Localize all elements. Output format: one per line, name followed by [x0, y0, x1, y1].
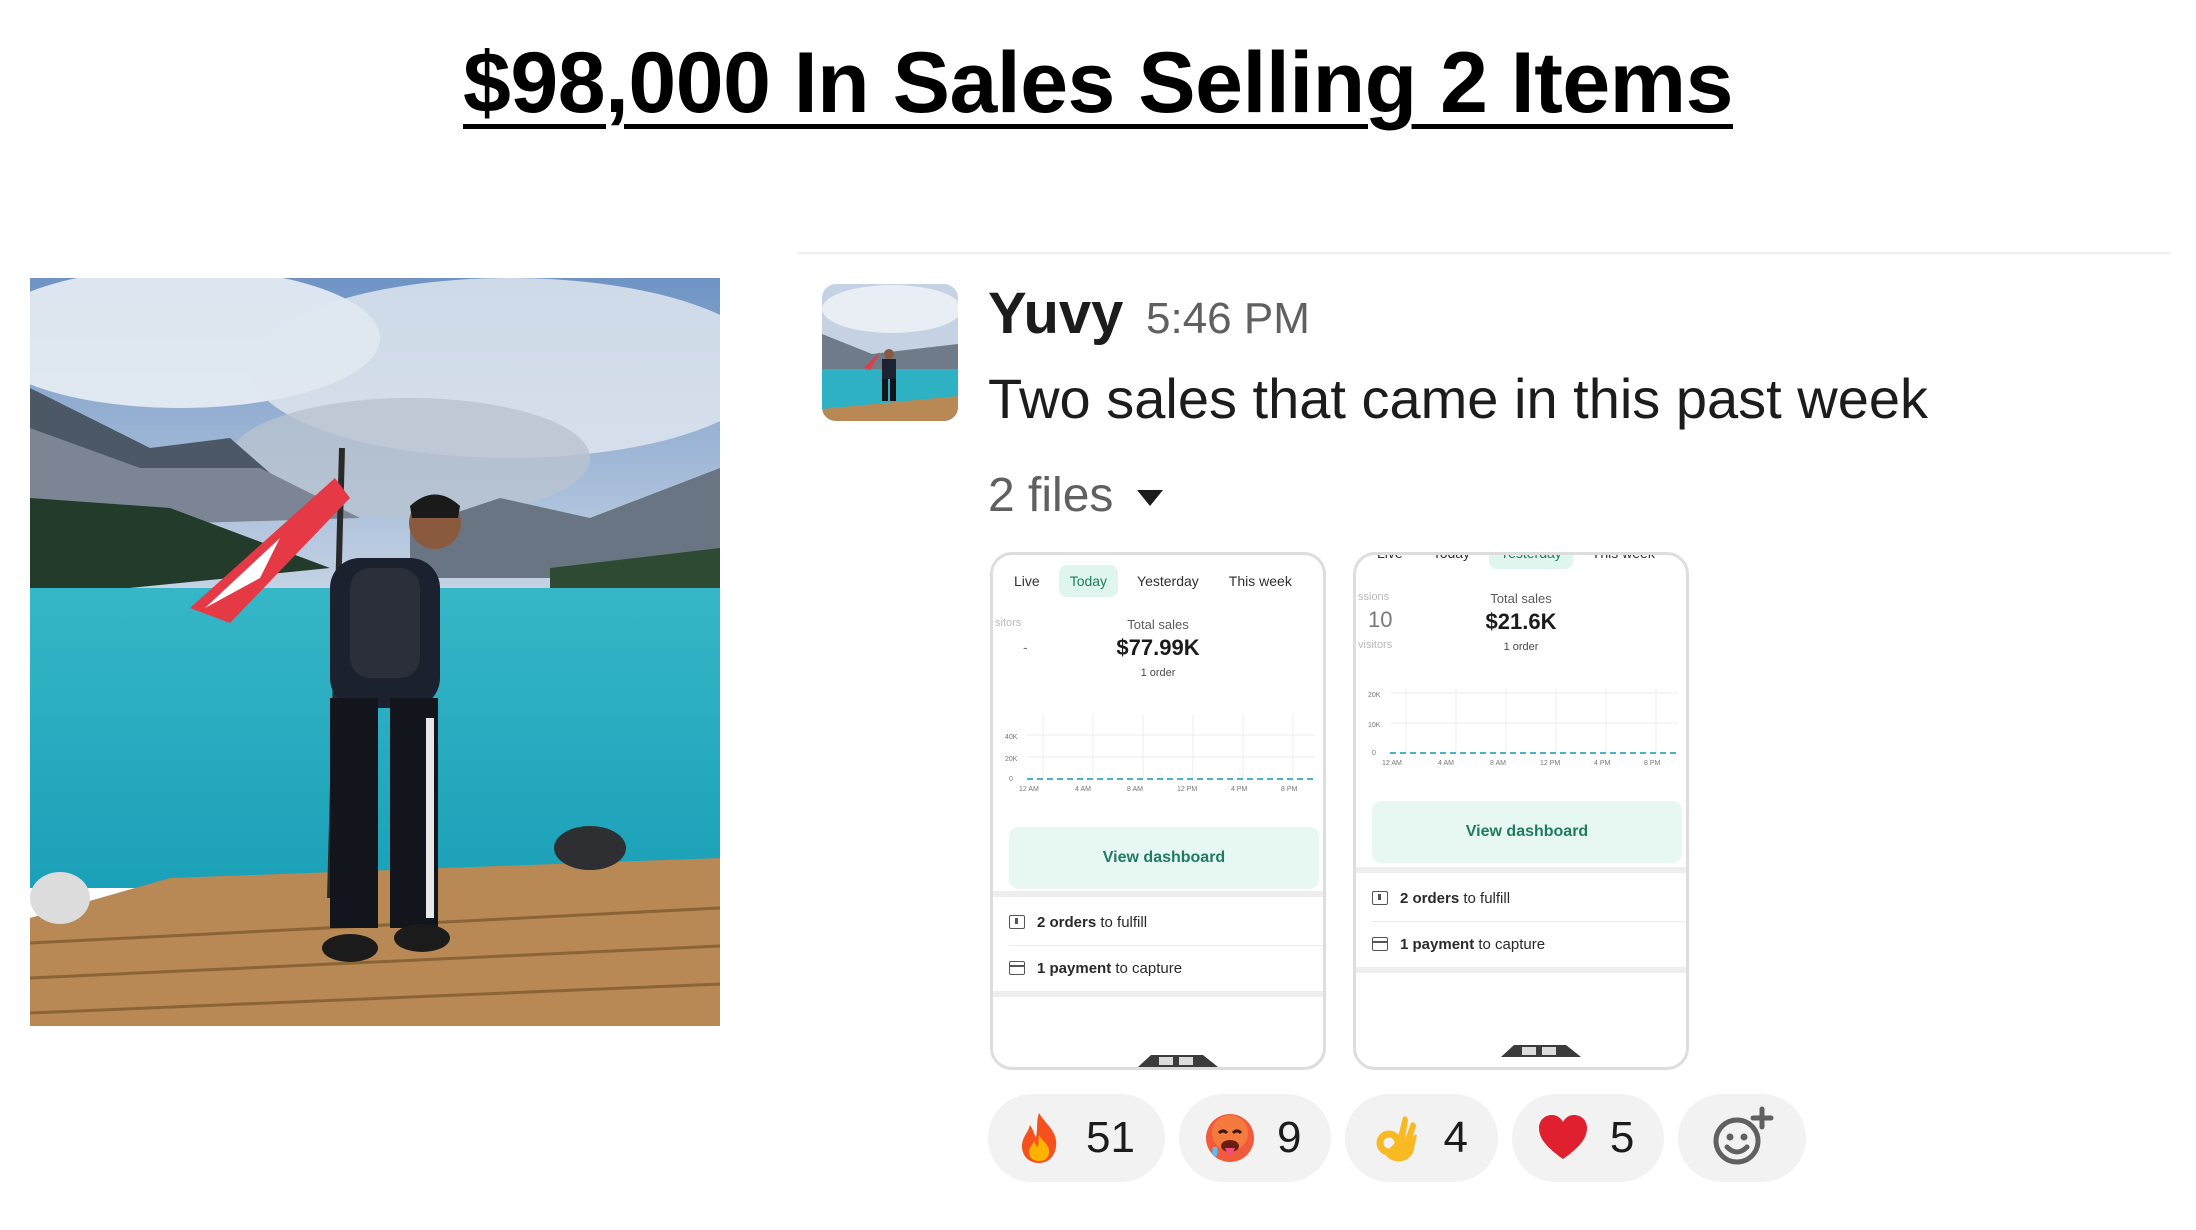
y-tick-20k: 20K — [1368, 692, 1381, 699]
inbox-icon — [1009, 915, 1025, 929]
orders-to-fulfill-row[interactable]: 2 orders to fulfill — [1372, 877, 1682, 919]
files-toggle[interactable]: 2 files — [988, 468, 1164, 523]
credit-card-icon — [1009, 961, 1025, 975]
avatar[interactable] — [822, 284, 958, 421]
caret-down-icon — [1137, 489, 1164, 506]
product-image-peek — [1138, 1055, 1218, 1067]
view-dashboard-button[interactable]: View dashboard — [1009, 827, 1319, 889]
payment-to-capture-row[interactable]: 1 payment to capture — [1009, 947, 1319, 989]
tab-today: Today — [1432, 552, 1471, 561]
x-tick: 4 AM — [1438, 760, 1454, 767]
tab-yesterday: Yesterday — [1489, 555, 1573, 569]
total-sales-label: Total sales — [1127, 617, 1189, 632]
y-tick-0: 0 — [1372, 750, 1376, 757]
file-attachment-1[interactable]: Live Today Yesterday This week sitors - … — [990, 552, 1326, 1070]
range-tabs: Live Today Yesterday This week — [1356, 552, 1666, 569]
tab-yesterday: Yesterday — [1137, 573, 1199, 589]
orders-to-fulfill-row[interactable]: 2 orders to fulfill — [1009, 901, 1319, 943]
section-divider — [1356, 867, 1686, 873]
tab-today: Today — [1058, 565, 1119, 597]
sales-chart: 20K 10K 0 12 AM 4 AM 8 AM 12 PM 4 PM 8 P… — [1368, 679, 1678, 779]
total-sales-label: Total sales — [1490, 591, 1552, 606]
task-text: 1 payment to capture — [1037, 959, 1183, 977]
reaction-count: 4 — [1443, 1113, 1468, 1162]
x-tick: 4 AM — [1075, 786, 1091, 793]
x-tick: 4 PM — [1594, 760, 1611, 767]
x-tick: 8 AM — [1127, 786, 1143, 793]
order-count: 1 order — [1503, 641, 1539, 653]
y-tick-40k: 40K — [1005, 734, 1018, 741]
row-divider — [1372, 921, 1686, 922]
message-text: Two sales that came in this past week — [988, 367, 1928, 430]
reaction-count: 51 — [1086, 1113, 1135, 1162]
x-tick: 12 AM — [1019, 786, 1039, 793]
files-label: 2 files — [988, 469, 1114, 522]
message-divider — [797, 252, 2171, 254]
reaction-ok-hand[interactable]: 4 — [1345, 1094, 1498, 1182]
tab-this-week: This week — [1591, 552, 1655, 561]
x-tick: 12 PM — [1177, 786, 1197, 793]
hot-face-icon — [1203, 1111, 1257, 1165]
x-tick: 8 AM — [1490, 760, 1506, 767]
x-tick: 12 AM — [1382, 760, 1402, 767]
add-reaction-button[interactable] — [1678, 1094, 1807, 1182]
file-attachment-2[interactable]: Live Today Yesterday This week ssions 10… — [1353, 552, 1689, 1070]
credit-card-icon — [1372, 937, 1388, 951]
reaction-fire[interactable]: 51 — [988, 1094, 1165, 1182]
x-tick: 12 PM — [1540, 760, 1560, 767]
order-count: 1 order — [1140, 667, 1176, 679]
tab-live: Live — [1014, 573, 1040, 589]
x-tick: 4 PM — [1231, 786, 1248, 793]
add-emoji-icon — [1713, 1106, 1774, 1165]
view-dashboard-button[interactable]: View dashboard — [1372, 801, 1682, 863]
inbox-icon — [1372, 891, 1388, 905]
message-timestamp[interactable]: 5:46 PM — [1146, 294, 1310, 344]
task-text: 1 payment to capture — [1400, 935, 1546, 953]
reaction-count: 9 — [1276, 1113, 1302, 1162]
profile-photo — [30, 278, 720, 1026]
y-tick-20k: 20K — [1005, 756, 1018, 763]
tab-live: Live — [1377, 552, 1403, 561]
y-tick-10k: 10K — [1368, 722, 1381, 729]
range-tabs: Live Today Yesterday This week — [993, 565, 1303, 597]
task-text: 2 orders to fulfill — [1400, 889, 1511, 907]
total-sales-value: $77.99K — [1116, 635, 1200, 660]
headline: $98,000 In Sales Selling 2 Items — [463, 35, 1733, 131]
reaction-hot-face[interactable]: 9 — [1178, 1094, 1332, 1182]
tab-this-week: This week — [1228, 573, 1292, 589]
section-divider — [993, 991, 1323, 997]
fire-icon — [1012, 1111, 1066, 1165]
red-heart-icon — [1536, 1111, 1590, 1165]
section-divider — [993, 891, 1323, 897]
reaction-count: 5 — [1609, 1113, 1635, 1162]
x-tick: 8 PM — [1644, 760, 1661, 767]
sales-chart: 40K 20K 0 12 AM 4 AM 8 AM 12 PM 4 PM 8 P… — [1005, 705, 1315, 805]
product-image-peek — [1501, 1045, 1581, 1057]
x-tick: 8 PM — [1281, 786, 1298, 793]
reaction-red-heart[interactable]: 5 — [1511, 1094, 1665, 1182]
reactions-bar: 51 9 4 5 — [988, 1094, 1807, 1182]
author-name[interactable]: Yuvy — [988, 280, 1123, 347]
total-sales-value: $21.6K — [1485, 609, 1557, 634]
ok-hand-icon — [1369, 1111, 1423, 1165]
y-tick-0: 0 — [1009, 776, 1013, 783]
section-divider — [1356, 967, 1686, 973]
task-text: 2 orders to fulfill — [1037, 913, 1148, 931]
payment-to-capture-row[interactable]: 1 payment to capture — [1372, 923, 1682, 965]
row-divider — [1009, 945, 1323, 946]
